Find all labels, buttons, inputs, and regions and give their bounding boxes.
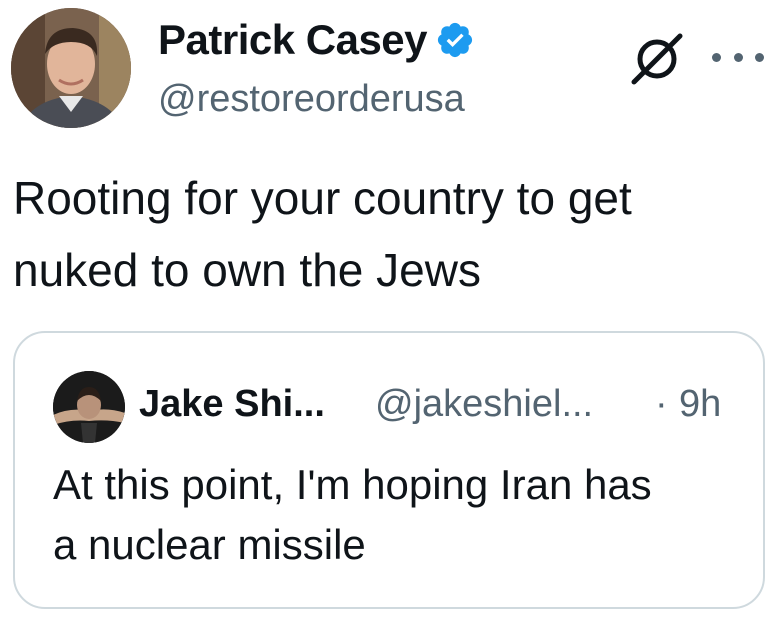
tweet-text-line: Rooting for your country to get (13, 172, 632, 224)
author-avatar[interactable] (11, 8, 131, 128)
dot-icon (755, 52, 764, 62)
author-handle[interactable]: @restoreorderusa (158, 78, 465, 121)
quoted-tweet-card[interactable]: Jake Shi... @jakeshiel... · 9h At this p… (13, 331, 765, 609)
dot-icon (733, 52, 743, 62)
quoted-text-line: At this point, I'm hoping Iran has (53, 461, 652, 508)
author-name-row: Patrick Casey (158, 14, 475, 66)
quoted-author-avatar (53, 371, 125, 443)
author-display-name[interactable]: Patrick Casey (158, 16, 428, 64)
profile-photo-icon (53, 371, 125, 443)
more-dots-icon[interactable] (712, 42, 764, 72)
grok-icon[interactable] (628, 28, 686, 86)
quoted-author-handle: @jakeshiel... (375, 383, 594, 425)
tweet-card: Patrick Casey @restoreorderusa Rooting f… (0, 0, 780, 623)
tweet-header: Patrick Casey @restoreorderusa (0, 0, 780, 140)
dot-icon (712, 52, 721, 62)
quoted-author-display-name: Jake Shi... (139, 383, 325, 425)
profile-photo-icon (11, 8, 131, 128)
tweet-text-line: nuked to own the Jews (13, 244, 481, 296)
quoted-text-line: a nuclear missile (53, 521, 366, 568)
separator-dot: · (655, 383, 668, 425)
verified-badge-icon[interactable] (435, 20, 475, 60)
tweet-text: Rooting for your country to get nuked to… (13, 162, 763, 306)
quoted-tweet-text: At this point, I'm hoping Iran has a nuc… (53, 455, 743, 575)
quoted-timestamp: 9h (679, 383, 722, 425)
